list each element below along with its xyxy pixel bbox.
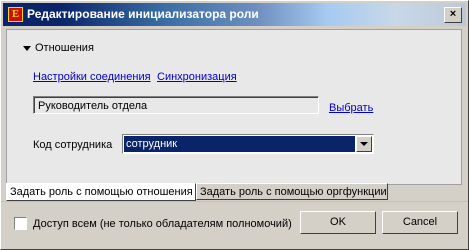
section-header-label: Отношения [35, 42, 94, 54]
connection-settings-link[interactable]: Настройки соединения [33, 71, 151, 83]
employee-code-value: сотрудник [124, 136, 355, 152]
ok-button[interactable]: OK [300, 211, 376, 234]
tab-by-relation[interactable]: Задать роль с помощью отношения [6, 183, 196, 201]
window-title: Редактирование инициализатора роли [27, 7, 259, 21]
dialog-window: E Редактирование инициализатора роли × О… [0, 0, 469, 250]
tab-by-orgfunction[interactable]: Задать роль с помощью оргфункции [196, 183, 388, 200]
close-button[interactable]: × [444, 7, 462, 23]
dropdown-arrow-icon[interactable] [356, 136, 372, 152]
employee-code-select[interactable]: сотрудник [122, 134, 374, 154]
title-bar[interactable]: E Редактирование инициализатора роли × [3, 3, 466, 26]
app-icon: E [8, 7, 23, 22]
relations-section-header[interactable]: Отношения [23, 42, 94, 54]
relation-panel: Отношения Настройки соединения Синхрониз… [6, 29, 462, 185]
role-field[interactable]: Руководитель отдела [33, 96, 319, 114]
sync-link[interactable]: Синхронизация [157, 71, 237, 83]
access-all-label[interactable]: Доступ всем (не только обладателям полно… [33, 218, 292, 230]
collapse-triangle-icon [23, 45, 31, 51]
choose-link[interactable]: Выбрать [329, 102, 373, 114]
employee-code-label: Код сотрудника [33, 139, 113, 151]
access-all-checkbox[interactable] [14, 217, 27, 230]
cancel-button[interactable]: Cancel [382, 211, 458, 234]
divider [1, 201, 468, 202]
